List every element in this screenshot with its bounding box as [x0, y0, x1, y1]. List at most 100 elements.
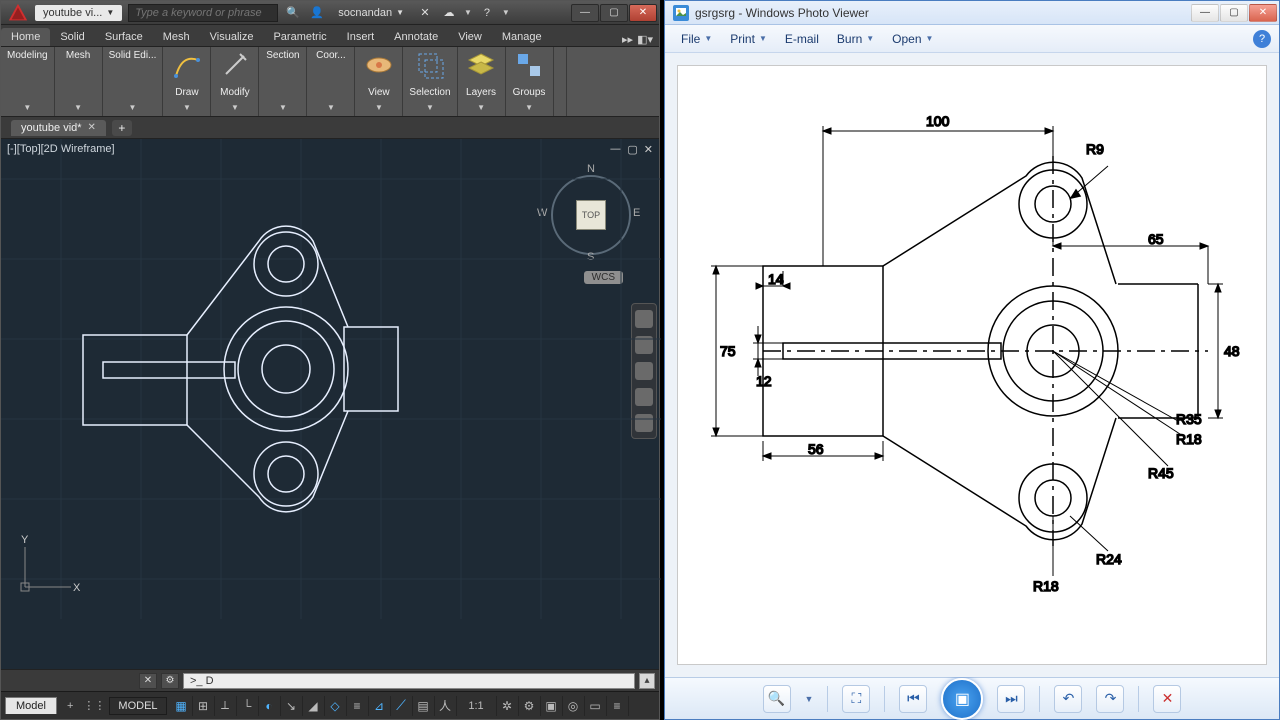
toggle-otrack-icon[interactable]: ⊿: [369, 696, 391, 716]
menu-file[interactable]: File▼: [673, 29, 720, 49]
dim-r9: R9: [1086, 141, 1104, 157]
toggle-transparency-icon[interactable]: ▤: [413, 696, 435, 716]
panel-selection[interactable]: Selection▼: [403, 47, 457, 116]
cmd-options-icon[interactable]: ⚙: [161, 673, 179, 689]
ucs-icon: Y X: [11, 531, 81, 601]
toggle-custom-icon[interactable]: ≡: [607, 696, 629, 716]
ribbon-tab-surface[interactable]: Surface: [95, 28, 153, 46]
ribbon-tab-visualize[interactable]: Visualize: [200, 28, 264, 46]
toggle-lwt-icon[interactable]: ⟋: [391, 696, 413, 716]
pv-help-icon[interactable]: ?: [1253, 30, 1271, 48]
pv-minimize-button[interactable]: —: [1191, 4, 1219, 22]
delete-button[interactable]: ✕: [1153, 685, 1181, 713]
close-button[interactable]: ✕: [629, 4, 657, 22]
toggle-grid-icon[interactable]: ▦: [171, 696, 193, 716]
model-tab[interactable]: Model: [5, 697, 57, 714]
zoom-chevron-icon[interactable]: ▼: [805, 694, 814, 704]
prev-button[interactable]: ⏮: [899, 685, 927, 713]
exchange-icon[interactable]: ✕: [416, 4, 434, 22]
panel-layers[interactable]: Layers▼: [458, 47, 506, 116]
minimize-button[interactable]: —: [571, 4, 599, 22]
zoom-button[interactable]: 🔍: [763, 685, 791, 713]
maximize-button[interactable]: ▢: [600, 4, 628, 22]
user-label[interactable]: socnandan▼: [338, 7, 404, 19]
ribbon-tab-mesh[interactable]: Mesh: [153, 28, 200, 46]
fit-button[interactable]: ⛶: [842, 685, 870, 713]
panel-modeling[interactable]: Modeling▼: [1, 47, 55, 116]
menu-print[interactable]: Print▼: [722, 29, 775, 49]
toggle-workspace-icon[interactable]: ⚙: [519, 696, 541, 716]
menu-open[interactable]: Open▼: [884, 29, 941, 49]
cmd-close-icon[interactable]: ✕: [139, 673, 157, 689]
ribbon-tab-insert[interactable]: Insert: [337, 28, 385, 46]
dim-75: 75: [720, 343, 736, 359]
pv-maximize-button[interactable]: ▢: [1220, 4, 1248, 22]
ribbon-scroll-icon[interactable]: ▸▸: [622, 33, 633, 46]
ribbon-tab-manage[interactable]: Manage: [492, 28, 552, 46]
toggle-polar-icon[interactable]: ↘: [281, 696, 303, 716]
search-icon[interactable]: 🔍: [284, 4, 302, 22]
drawing-viewport[interactable]: [-][Top][2D Wireframe] — ▢ ✕ TOP N S W E…: [1, 139, 659, 669]
qat-doc-title[interactable]: youtube vi... ▼: [35, 5, 122, 21]
doc-tab-close-icon[interactable]: ✕: [88, 122, 96, 133]
panel-groups[interactable]: Groups▼: [506, 47, 554, 116]
toggle-osnap-icon[interactable]: ◇: [325, 696, 347, 716]
drawing-canvas[interactable]: [1, 139, 661, 619]
cloud-icon[interactable]: ☁: [440, 4, 458, 22]
ribbon-tab-parametric[interactable]: Parametric: [263, 28, 336, 46]
slideshow-button[interactable]: ▣: [941, 678, 983, 720]
pv-stage[interactable]: 100 75: [665, 53, 1279, 677]
drawing-image: 100 75: [677, 65, 1267, 665]
pv-title: gsrgsrg - Windows Photo Viewer: [695, 6, 869, 20]
toggle-3dosnap-icon[interactable]: ≡: [347, 696, 369, 716]
draw-icon: [172, 50, 202, 80]
dim-56: 56: [808, 441, 824, 457]
panel-solid-edit[interactable]: Solid Edi...▼: [103, 47, 164, 116]
toggle-ortho-icon[interactable]: ◐: [259, 696, 281, 716]
menu-burn[interactable]: Burn▼: [829, 29, 882, 49]
annoscale-icon[interactable]: 1:1: [457, 696, 497, 716]
toggle-hardware-icon[interactable]: ◎: [563, 696, 585, 716]
panel-coordinates[interactable]: Coor...▼: [307, 47, 355, 116]
layout-plus-icon[interactable]: +: [61, 700, 79, 712]
status-model-label[interactable]: MODEL: [109, 697, 166, 715]
cmd-history-icon[interactable]: ▴: [639, 673, 655, 689]
panel-overflow[interactable]: [554, 47, 567, 116]
toggle-cycling-icon[interactable]: 人: [435, 696, 457, 716]
panel-view[interactable]: View▼: [355, 47, 403, 116]
toggle-dyn-icon[interactable]: └: [237, 696, 259, 716]
next-button[interactable]: ⏭: [997, 685, 1025, 713]
layout-list-icon[interactable]: ⋮⋮: [83, 699, 105, 712]
search-input[interactable]: [128, 4, 278, 22]
help-icon[interactable]: ?: [478, 4, 496, 22]
modify-icon: [220, 50, 250, 80]
drawing-part: [83, 226, 398, 512]
ribbon-expand-icon[interactable]: ◧▾: [637, 33, 653, 46]
ribbon-tab-annotate[interactable]: Annotate: [384, 28, 448, 46]
rotate-ccw-button[interactable]: ↶: [1054, 685, 1082, 713]
panel-modify[interactable]: Modify▼: [211, 47, 259, 116]
toggle-clean-icon[interactable]: ▭: [585, 696, 607, 716]
ribbon-tab-view[interactable]: View: [448, 28, 492, 46]
command-input[interactable]: [183, 673, 635, 689]
dim-65: 65: [1148, 231, 1164, 247]
ribbon-tab-solid[interactable]: Solid: [50, 28, 94, 46]
rotate-cw-button[interactable]: ↷: [1096, 685, 1124, 713]
menu-email[interactable]: E-mail: [777, 29, 827, 49]
autocad-window: youtube vi... ▼ 🔍 👤 socnandan▼ ✕ ☁ ▼ ? ▼…: [0, 0, 660, 720]
toggle-iso-icon[interactable]: ◢: [303, 696, 325, 716]
doc-tab[interactable]: youtube vid* ✕: [11, 120, 106, 136]
panel-draw[interactable]: Draw▼: [163, 47, 211, 116]
signin-icon[interactable]: 👤: [308, 4, 326, 22]
toggle-infer-icon[interactable]: ⟂: [215, 696, 237, 716]
dim-100: 100: [926, 113, 950, 129]
panel-mesh[interactable]: Mesh▼: [55, 47, 103, 116]
panel-section[interactable]: Section▼: [259, 47, 307, 116]
toggle-snap-icon[interactable]: ⊞: [193, 696, 215, 716]
toggle-monitor-icon[interactable]: ▣: [541, 696, 563, 716]
ribbon-tab-home[interactable]: Home: [1, 28, 50, 46]
new-doc-button[interactable]: +: [112, 120, 132, 136]
dim-r24: R24: [1096, 551, 1122, 567]
toggle-gear-icon[interactable]: ✲: [497, 696, 519, 716]
pv-close-button[interactable]: ✕: [1249, 4, 1277, 22]
